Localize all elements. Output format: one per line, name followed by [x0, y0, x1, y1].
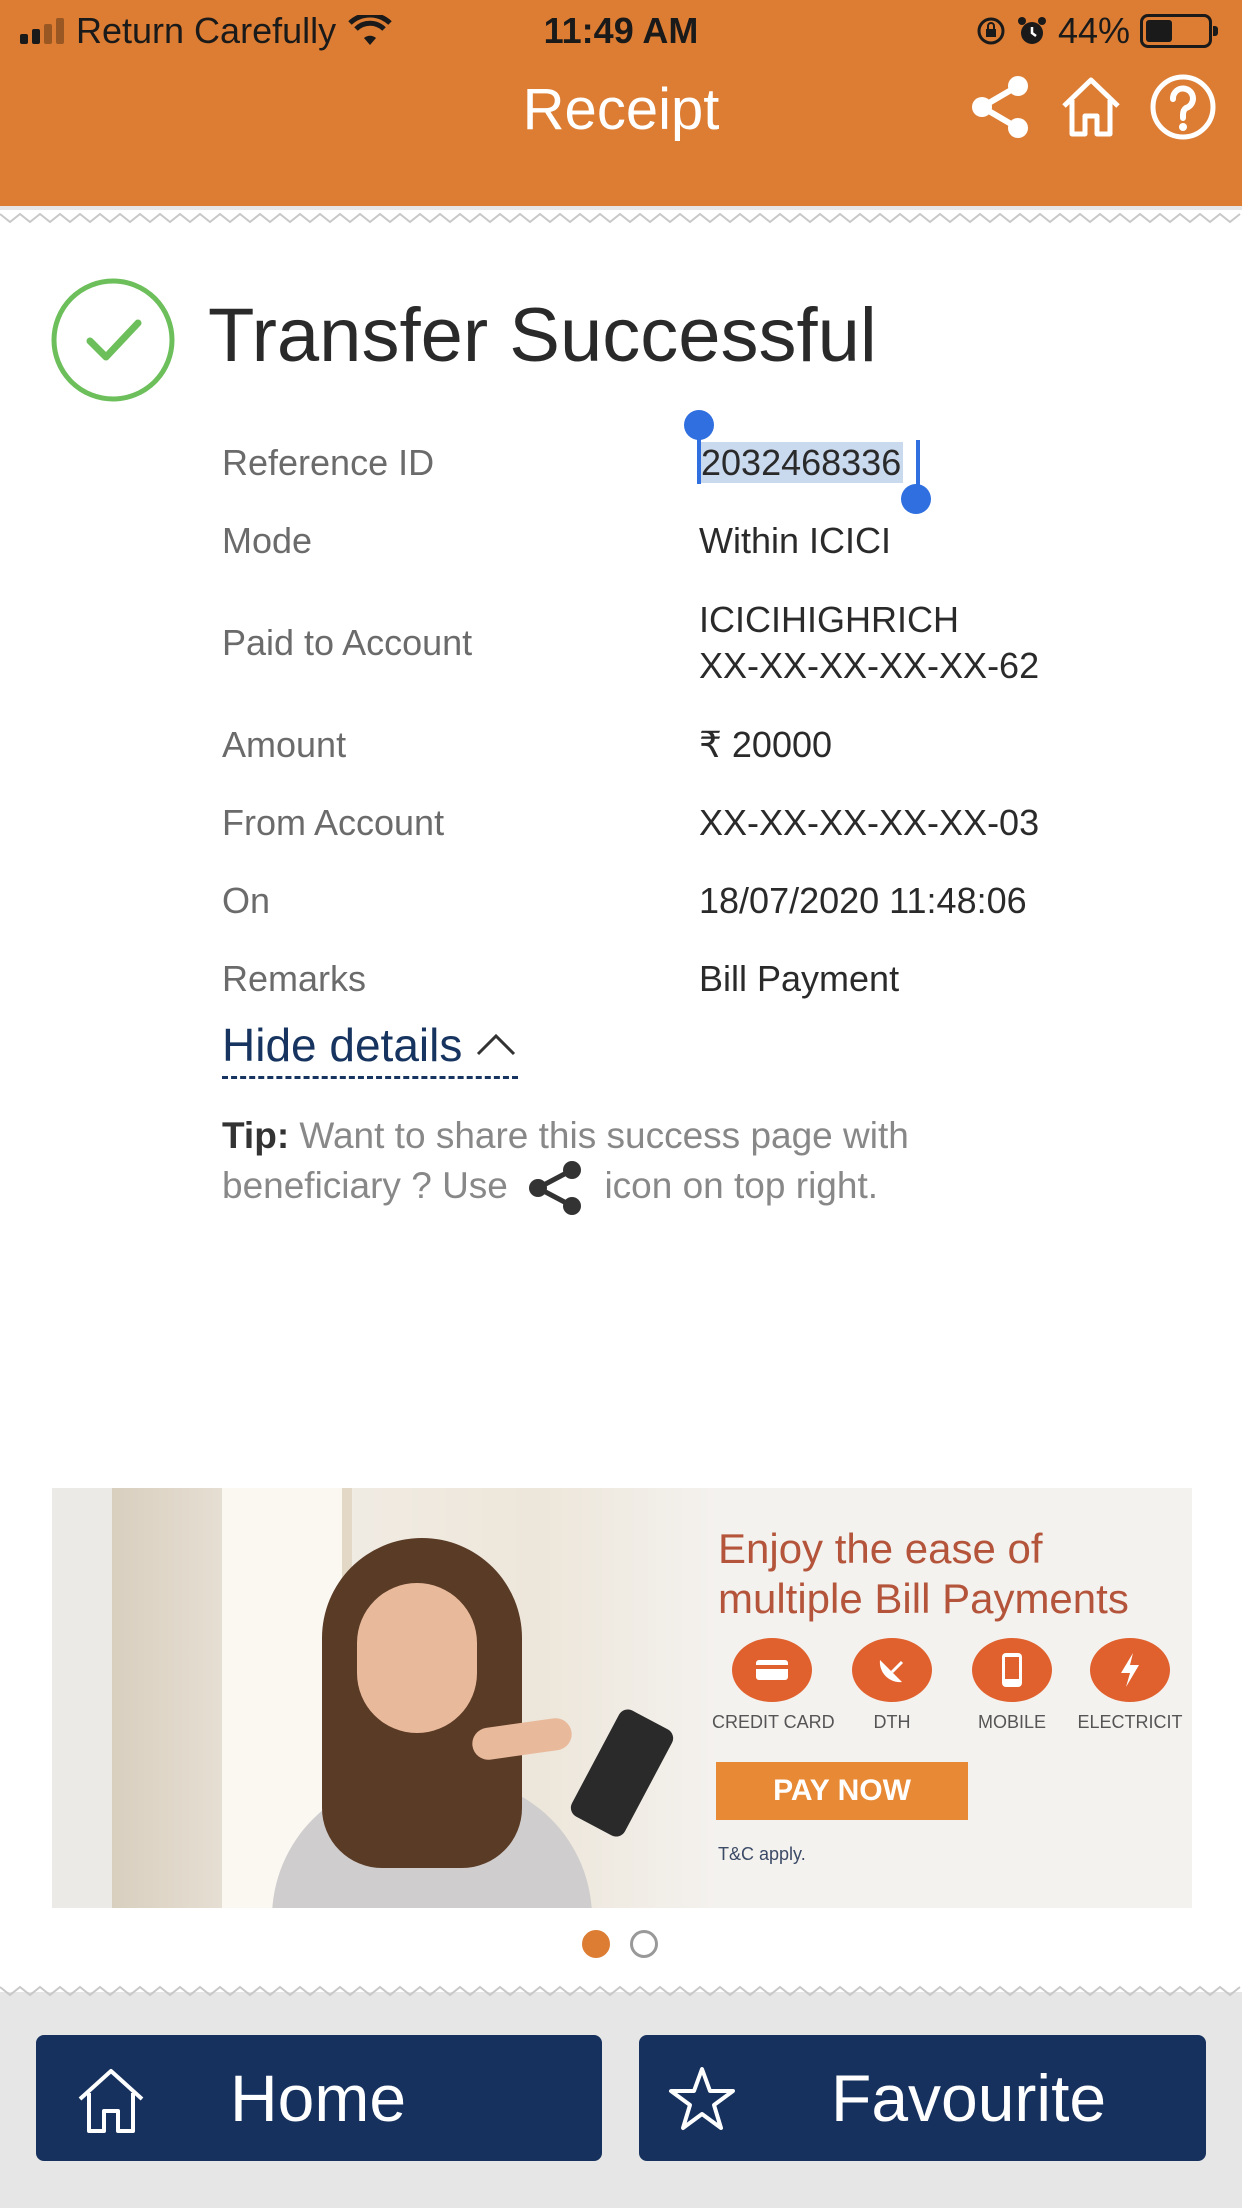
hide-details-label: Hide details [222, 1019, 463, 1071]
home-button[interactable]: Home [36, 2035, 602, 2161]
satellite-dish-icon [852, 1638, 932, 1702]
chevron-up-icon [477, 1033, 516, 1056]
on-label: On [222, 880, 271, 921]
from-account-value: XX-XX-XX-XX-XX-03 [699, 802, 1040, 843]
banner-previous-slide-edge [52, 1488, 112, 1908]
amount-label: Amount [222, 724, 347, 765]
promo-title: Enjoy the ease of multiple Bill Payments [718, 1524, 1129, 1624]
share-icon[interactable] [966, 72, 1036, 142]
payee-account: XX-XX-XX-XX-XX-62 [699, 645, 1040, 686]
zigzag-divider-bottom [0, 1985, 1241, 1997]
promo-category-electricity: ELECTRICIT [1070, 1638, 1190, 1733]
success-title: Transfer Successful [208, 293, 877, 378]
orientation-lock-icon [977, 17, 1005, 45]
credit-card-icon [732, 1638, 812, 1702]
favourite-button[interactable]: Favourite [639, 2035, 1206, 2161]
paid-to-account-value: ICICIHIGHRICH XX-XX-XX-XX-XX-62 [699, 597, 1039, 689]
battery-percent: 44% [1057, 10, 1130, 51]
remarks-label: Remarks [222, 958, 367, 999]
promo-title-line1: Enjoy the ease of [718, 1525, 1043, 1572]
success-check-icon [51, 278, 175, 402]
promo-category-label: ELECTRICIT [1077, 1712, 1183, 1732]
zigzag-divider-top [0, 210, 1242, 230]
banner-photo [112, 1488, 722, 1908]
home-icon[interactable] [1056, 72, 1126, 142]
star-icon [669, 2067, 735, 2130]
on-value: 18/07/2020 11:48:06 [699, 880, 1027, 921]
promo-category-label: MOBILE [977, 1712, 1047, 1732]
amount-value: ₹ 20000 [699, 724, 833, 765]
pay-now-button[interactable]: PAY NOW [716, 1762, 968, 1820]
status-bar: Return Carefully 11:49 AM 44% [0, 0, 1242, 62]
carousel-dot-2[interactable] [630, 1930, 658, 1958]
promo-category-credit-card: CREDIT CARD [712, 1638, 835, 1733]
tip-label: Tip: [222, 1115, 290, 1156]
home-button-label: Home [230, 2061, 407, 2135]
carousel-pagination [582, 1930, 658, 1958]
promo-category-dth: DTH [832, 1638, 952, 1733]
remarks-value: Bill Payment [699, 958, 900, 999]
mode-value: Within ICICI [699, 520, 892, 561]
promo-category-mobile: MOBILE [952, 1638, 1072, 1733]
battery-icon [1140, 14, 1218, 48]
mobile-icon [972, 1638, 1052, 1702]
promo-banner[interactable]: Enjoy the ease of multiple Bill Payments… [52, 1488, 1192, 1908]
reference-id-value[interactable]: 2032468336 [699, 440, 904, 486]
app-header: Return Carefully 11:49 AM 44% Receipt [0, 0, 1242, 206]
share-icon [529, 1161, 582, 1215]
reference-id-label: Reference ID [222, 442, 435, 483]
alarm-icon [1017, 17, 1046, 44]
home-icon [78, 2069, 144, 2133]
selection-handle-start-dot[interactable] [684, 410, 714, 440]
favourite-button-label: Favourite [831, 2061, 1107, 2135]
tip-text: Tip: Want to share this success page wit… [222, 1112, 1042, 1216]
help-icon[interactable] [1148, 72, 1218, 142]
tip-text-after: icon on top right. [604, 1164, 878, 1206]
hide-details-link[interactable]: Hide details [222, 1018, 519, 1079]
promo-category-label: DTH [873, 1712, 911, 1732]
mode-label: Mode [222, 520, 313, 561]
paid-to-account-label: Paid to Account [222, 622, 473, 663]
promo-title-line2: multiple Bill Payments [718, 1575, 1129, 1622]
selection-handle-end-dot[interactable] [901, 484, 931, 514]
terms-text: T&C apply. [718, 1844, 806, 1864]
carousel-dot-1[interactable] [582, 1930, 610, 1958]
promo-category-label: CREDIT CARD [712, 1712, 835, 1732]
payee-name: ICICIHIGHRICH [699, 599, 959, 640]
lightning-icon [1090, 1638, 1170, 1702]
from-account-label: From Account [222, 802, 445, 843]
